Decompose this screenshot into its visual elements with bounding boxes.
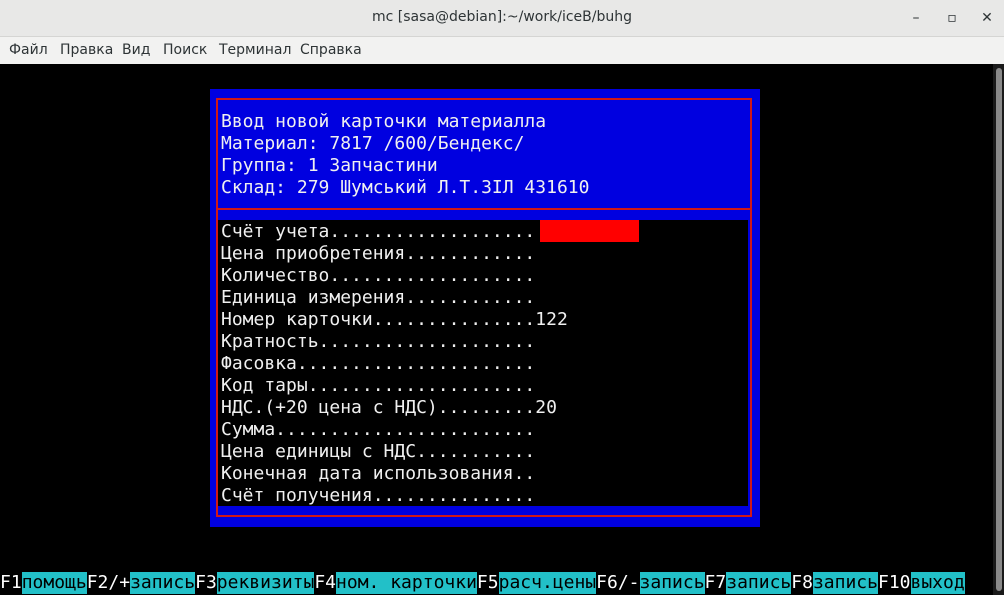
fkey-f4[interactable]: F4 [314,572,337,594]
fkey-f4-label[interactable]: ном. карточки [336,572,477,594]
dialog-title: Ввод новой карточки материалла [221,111,547,132]
menu-bar: Файл Правка Вид Поиск Терминал Справка [0,37,1004,64]
fkey-f10-label[interactable]: выход [910,572,965,594]
field-label: Счёт получения............... [221,485,536,506]
menu-item-edit[interactable]: Правка [60,42,113,58]
field-vat[interactable]: НДС.(+20 цена с НДС).........20 [221,397,557,419]
menu-item-file[interactable]: Файл [9,42,48,58]
terminal-scrollbar[interactable] [993,64,1004,595]
field-card-number[interactable]: Номер карточки...............122 [221,309,568,331]
field-packaging[interactable]: Фасовка...................... [221,353,535,375]
field-label: Конечная дата использования.. [221,463,536,484]
field-label: Цена приобретения............ [221,243,536,264]
field-quantity[interactable]: Количество................... [221,265,535,287]
field-label: Единица измерения............ [221,287,536,308]
fkey-f7-label[interactable]: запись [726,572,792,594]
fkey-f2[interactable]: F2/+ [86,572,131,594]
field-label: Цена единицы с НДС........... [221,441,536,462]
fkey-f3-label[interactable]: реквизиты [216,572,315,594]
active-input-cursor[interactable] [540,220,639,242]
fkey-f8[interactable]: F8 [791,572,813,594]
menu-item-search[interactable]: Поиск [163,42,207,58]
fkey-f6[interactable]: F6/- [596,572,640,594]
field-value[interactable]: 20 [535,397,557,418]
field-sum[interactable]: Сумма........................ [221,419,535,441]
fkey-f5[interactable]: F5 [476,572,499,594]
field-receiving-account[interactable]: Счёт получения............... [221,485,535,507]
close-icon[interactable]: ✕ [977,8,997,28]
field-label: Кратность.................... [221,331,536,352]
menu-item-terminal[interactable]: Терминал [219,42,291,58]
fkey-f7[interactable]: F7 [704,572,727,594]
field-unit[interactable]: Единица измерения............ [221,287,535,309]
field-purchase-price[interactable]: Цена приобретения............ [221,243,535,265]
field-label: Счёт учета................... [221,221,536,242]
dialog-group-line: Группа: 1 Запчастини [221,155,438,176]
field-label: Код тары..................... [221,375,536,396]
function-key-bar: F1 помощь F2/+ запись F3 реквизиты F4 ном. карт… [0,572,965,594]
fkey-f8-label[interactable]: запись [812,572,878,594]
window-title: mc [sasa@debian]:~/work/iceB/buhg [372,9,632,25]
maximize-icon[interactable]: ▫ [942,8,962,28]
fkey-f2-label[interactable]: запись [130,572,196,594]
dialog-material-line: Материал: 7817 /600/Бендекс/ [221,133,525,154]
field-expiry-date[interactable]: Конечная дата использования.. [221,463,535,485]
fkey-f6-label[interactable]: запись [639,572,705,594]
minimize-icon[interactable]: – [906,8,926,28]
window-titlebar: mc [sasa@debian]:~/work/iceB/buhg – ▫ ✕ [0,0,1004,37]
menu-item-help[interactable]: Справка [300,42,362,58]
fkey-f5-label[interactable]: расч.цены [498,572,597,594]
fkey-f1-label[interactable]: помощь [21,572,87,594]
scrollbar-thumb[interactable] [996,68,1002,591]
field-label: НДС.(+20 цена с НДС)......... [221,397,536,418]
field-label: Номер карточки............... [221,309,536,330]
field-label: Фасовка...................... [221,353,536,374]
fkey-f1[interactable]: F1 [0,572,22,594]
field-value[interactable]: 122 [535,309,568,330]
field-multiplicity[interactable]: Кратность.................... [221,331,535,353]
fkey-f10[interactable]: F10 [877,572,911,594]
field-container-code[interactable]: Код тары..................... [221,375,535,397]
dialog-separator [216,208,752,210]
field-account[interactable]: Счёт учета................... [221,221,535,243]
field-unit-price-vat[interactable]: Цена единицы с НДС........... [221,441,535,463]
dialog-warehouse-line: Склад: 279 Шумський Л.Т.ЗIЛ 431610 [221,177,590,198]
field-label: Количество................... [221,265,536,286]
field-label: Сумма........................ [221,419,536,440]
menu-item-view[interactable]: Вид [122,42,150,58]
fkey-f3[interactable]: F3 [195,572,217,594]
